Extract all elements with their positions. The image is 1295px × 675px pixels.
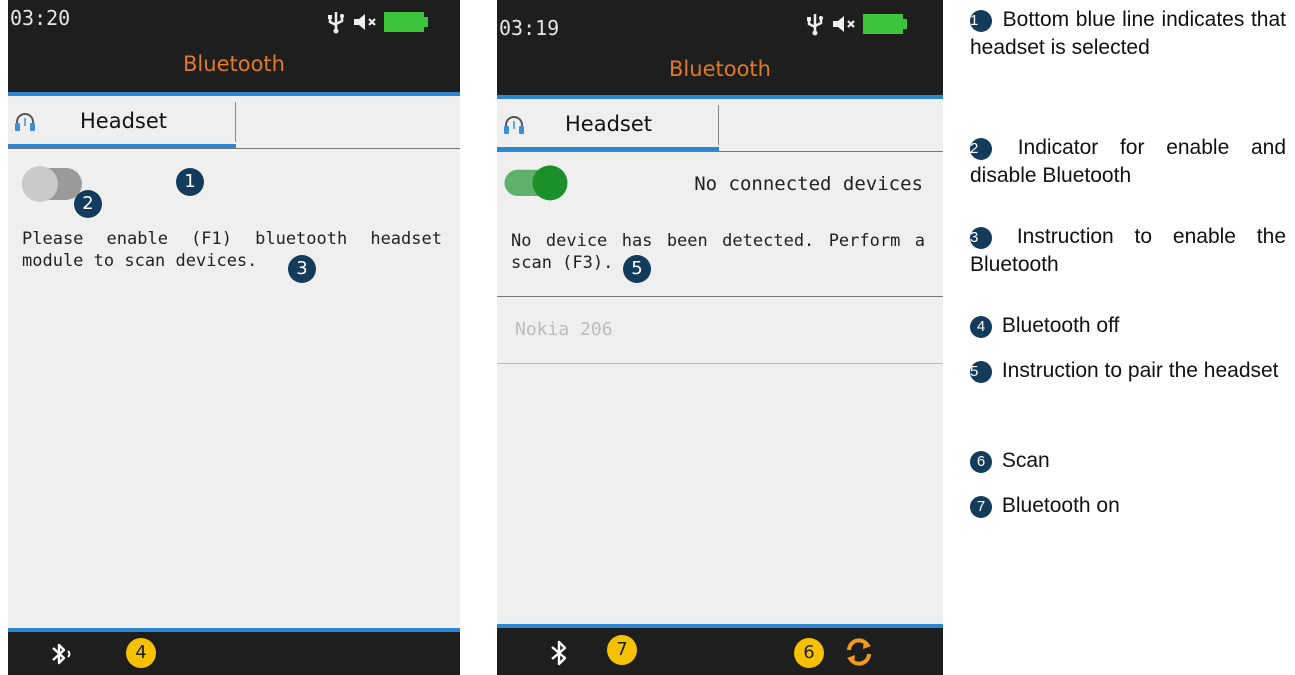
legend-number-badge: 1 <box>970 10 992 32</box>
function-key-bar: 7 6 <box>497 628 943 675</box>
tab-label: Headset <box>565 112 653 136</box>
callout-badge: 7 <box>607 635 637 665</box>
legend-entry-2: 2 Indicator for enable and disable Bluet… <box>970 134 1286 190</box>
connection-status: No connected devices <box>694 173 923 195</box>
callout-badge: 6 <box>794 638 824 668</box>
battery-icon <box>863 14 907 34</box>
legend-number-badge: 3 <box>970 227 992 249</box>
legend-text: Instruction to pair the headset <box>1001 359 1279 382</box>
tab-headset[interactable]: Headset <box>8 96 236 148</box>
tab-label: Headset <box>80 109 168 133</box>
screen-title: Bluetooth <box>669 57 771 81</box>
legend-entry-5: 5 Instruction to pair the headset <box>970 357 1286 385</box>
status-bar: 03:20 Bluetooth <box>8 0 460 92</box>
legend-number-badge: 5 <box>970 361 992 383</box>
tab-divider <box>497 151 943 152</box>
legend-entry-7: 7 Bluetooth on <box>970 492 1286 520</box>
refresh-icon[interactable] <box>843 636 875 668</box>
callout-badge: 2 <box>74 190 102 218</box>
legend-text: Bluetooth off <box>1001 314 1120 337</box>
function-key-bar: 4 <box>8 632 460 675</box>
legend-entry-3: 3 Instruction to enable the Bluetooth <box>970 223 1286 279</box>
status-icons <box>807 14 907 36</box>
screen-title: Bluetooth <box>183 52 285 76</box>
tab-separator <box>718 105 719 145</box>
callout-badge: 4 <box>126 638 156 668</box>
callout-badge: 1 <box>176 168 204 196</box>
mute-icon <box>833 16 855 32</box>
device-screen-bluetooth-on: 03:19 Bluetooth Headset No connected dev… <box>497 0 943 675</box>
pair-instruction: No device has been detected. Perform a s… <box>511 231 925 273</box>
tab-divider <box>8 148 460 149</box>
list-item[interactable]: Nokia 206 <box>497 297 943 364</box>
legend-entry-4: 4 Bluetooth off <box>970 312 1286 340</box>
legend-text: Bottom blue line indicates that headset … <box>970 8 1286 59</box>
legend-text: Indicator for enable and disable Bluetoo… <box>970 136 1286 187</box>
legend-text: Bluetooth on <box>1001 494 1120 517</box>
bluetooth-on-icon[interactable] <box>549 640 571 666</box>
device-list: Nokia 206 <box>497 296 943 628</box>
tab-separator <box>235 102 236 142</box>
mute-icon <box>354 14 376 30</box>
legend-number-badge: 6 <box>970 451 992 473</box>
callout-badge: 5 <box>623 255 651 283</box>
legend-entry-1: 1 Bottom blue line indicates that headse… <box>970 6 1286 62</box>
usb-icon <box>807 14 823 36</box>
legend-number-badge: 4 <box>970 316 992 338</box>
enable-instruction: Please enable (F1) bluetooth headset mod… <box>22 229 442 271</box>
legend-text: Scan <box>1001 449 1050 472</box>
headset-icon <box>15 113 35 131</box>
clock: 03:20 <box>10 6 71 30</box>
device-name: Nokia 206 <box>515 319 613 340</box>
callout-badge: 3 <box>288 255 316 283</box>
battery-icon <box>384 12 428 32</box>
status-icons <box>328 12 428 34</box>
status-bar: 03:19 Bluetooth <box>497 0 943 95</box>
legend-entry-6: 6 Scan <box>970 447 1286 475</box>
clock: 03:19 <box>499 16 560 40</box>
legend-text: Instruction to enable the Bluetooth <box>970 225 1286 276</box>
device-screen-bluetooth-off: 03:20 Bluetooth Headset 1 2 Please enabl… <box>8 0 460 675</box>
usb-icon <box>328 12 344 34</box>
legend-number-badge: 7 <box>970 496 992 518</box>
legend-number-badge: 2 <box>970 138 992 160</box>
bluetooth-toggle-on[interactable] <box>501 162 571 202</box>
headset-icon <box>504 116 524 134</box>
tab-headset[interactable]: Headset <box>497 99 719 151</box>
bluetooth-off-icon[interactable] <box>50 642 80 666</box>
